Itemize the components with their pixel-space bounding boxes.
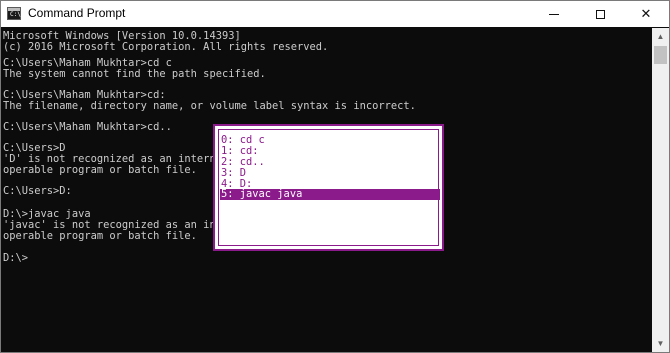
command-prompt-window: C:\ Command Prompt ✕ Microsoft Windows […: [0, 0, 670, 353]
close-icon: ✕: [640, 6, 652, 22]
console-line: C:\Users>D:: [3, 185, 72, 197]
window-title: Command Prompt: [28, 6, 126, 20]
history-item[interactable]: 3: D: [220, 168, 440, 179]
console-line: (c) 2016 Microsoft Corporation. All righ…: [3, 41, 329, 53]
scroll-down-icon[interactable]: ▼: [652, 335, 669, 352]
close-button[interactable]: ✕: [623, 1, 669, 27]
console-line: operable program or batch file.: [3, 230, 197, 242]
title-bar[interactable]: C:\ Command Prompt ✕: [1, 1, 669, 27]
command-prompt-icon[interactable]: C:\: [7, 7, 21, 20]
maximize-icon: [595, 9, 605, 19]
scroll-up-icon[interactable]: ▲: [652, 28, 669, 45]
history-item-selected[interactable]: 5: javac java: [220, 189, 440, 200]
console-line: operable program or batch file.: [3, 164, 197, 176]
minimize-button[interactable]: [531, 1, 577, 27]
history-item[interactable]: 2: cd..: [220, 157, 440, 168]
command-history-list: 0: cd c 1: cd: 2: cd.. 3: D 4: D: 5: jav…: [218, 129, 440, 246]
vertical-scrollbar[interactable]: ▲ ▼: [652, 28, 669, 352]
console-line: D:\>: [3, 252, 29, 264]
console-line: The filename, directory name, or volume …: [3, 100, 416, 112]
maximize-button[interactable]: [577, 1, 623, 27]
console-line: The system cannot find the path specifie…: [3, 68, 266, 80]
minimize-icon: [549, 13, 559, 15]
app-icon-glyph: C:\: [10, 11, 21, 18]
console-line: C:\Users\Maham Mukhtar>cd..: [3, 121, 172, 133]
scrollbar-thumb[interactable]: [654, 46, 667, 64]
command-history-popup: 0: cd c 1: cd: 2: cd.. 3: D 4: D: 5: jav…: [213, 124, 444, 251]
